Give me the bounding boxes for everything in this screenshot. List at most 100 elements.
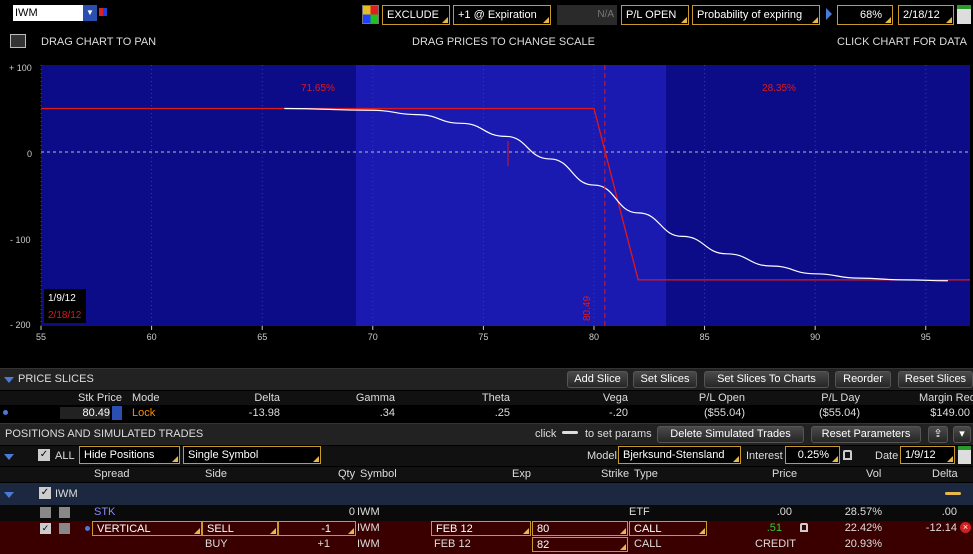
probability-dropdown[interactable]: Probability of expiring xyxy=(692,5,820,25)
add-slice-button[interactable]: Add Slice xyxy=(567,371,628,388)
slice-margin: $149.00 xyxy=(930,407,970,419)
symbol-input[interactable]: IWM xyxy=(13,5,83,21)
reset-parameters-button[interactable]: Reset Parameters xyxy=(811,426,921,443)
date-calendar-icon[interactable] xyxy=(958,446,971,464)
date-legend-today: 1/9/12 xyxy=(48,293,76,304)
y-tick: - 200 xyxy=(10,320,31,330)
x-tick-label: 55 xyxy=(36,332,47,342)
remove-row-icon[interactable]: × xyxy=(960,522,971,533)
row-vol: 20.93% xyxy=(844,538,882,550)
set-slices-to-charts-button[interactable]: Set Slices To Charts xyxy=(704,371,829,388)
group-checkbox[interactable]: ✓ xyxy=(39,487,51,499)
col-theta: Theta xyxy=(481,392,510,404)
row-type-dropdown[interactable]: CALL xyxy=(629,521,707,536)
all-checkbox[interactable]: ✓ xyxy=(38,449,50,461)
group-row[interactable] xyxy=(0,483,973,505)
row-symbol: IWM xyxy=(357,538,380,550)
row-delta: -12.14 xyxy=(925,522,957,534)
stk-price-spinner-icon[interactable] xyxy=(112,406,122,420)
pl-chart-svg[interactable]: 71.65% 28.35% 80.49 1/9/12 2/18/12 xyxy=(0,56,973,352)
share-icon[interactable]: ⇪ xyxy=(928,426,948,443)
row-qty: 0 xyxy=(348,506,355,518)
col-vol: Vol xyxy=(866,468,882,480)
reorder-button[interactable]: Reorder xyxy=(835,371,891,388)
col-pl-open: P/L Open xyxy=(698,392,745,404)
lock-icon[interactable] xyxy=(843,450,852,460)
exclude-dropdown[interactable]: EXCLUDE xyxy=(382,5,450,25)
row-delta: .00 xyxy=(941,506,957,518)
link-icon[interactable] xyxy=(99,8,107,16)
group-symbol: IWM xyxy=(55,488,78,500)
x-tick-label: 85 xyxy=(699,332,710,342)
expiration-dropdown[interactable]: +1 @ Expiration xyxy=(453,5,551,25)
x-tick-label: 75 xyxy=(478,332,489,342)
probability-band xyxy=(356,65,666,326)
x-tick-label: 60 xyxy=(146,332,157,342)
drag-prices-label: DRAG PRICES TO CHANGE SCALE xyxy=(412,36,595,48)
col-delta-pos: Delta xyxy=(932,468,958,480)
row-type: CALL xyxy=(634,538,662,550)
expand-all-icon[interactable] xyxy=(4,454,14,460)
row-strike-dropdown[interactable]: 80 xyxy=(532,521,628,536)
pl-mode-dropdown[interactable]: P/L OPEN xyxy=(621,5,689,25)
row-strike-dropdown[interactable]: 82 xyxy=(532,537,628,552)
na-field[interactable]: N/A xyxy=(557,5,617,25)
row-checkbox[interactable] xyxy=(59,523,70,534)
col-vega: Vega xyxy=(602,392,628,404)
table-row[interactable] xyxy=(0,505,973,521)
slice-gamma: .34 xyxy=(379,407,395,419)
collapse-slices-icon[interactable] xyxy=(4,377,14,383)
col-delta: Delta xyxy=(254,392,280,404)
probability-value[interactable]: 68% xyxy=(837,5,893,25)
col-side: Side xyxy=(205,468,228,480)
reset-slices-button[interactable]: Reset Slices xyxy=(898,371,973,388)
col-symbol: Symbol xyxy=(360,468,397,480)
chart-settings-icon[interactable] xyxy=(10,34,26,48)
row-checkbox[interactable] xyxy=(40,507,51,518)
date-label: Date xyxy=(875,450,899,462)
model-label: Model xyxy=(587,450,617,462)
row-price: CREDIT xyxy=(755,538,796,550)
x-tick-label: 70 xyxy=(367,332,378,342)
row-bullet-icon xyxy=(85,526,90,531)
delete-simulated-trades-button[interactable]: Delete Simulated Trades xyxy=(657,426,804,443)
row-exp: FEB 12 xyxy=(434,538,471,550)
slice-bullet-icon xyxy=(3,410,8,415)
analysis-chart[interactable]: 71.65% 28.35% 80.49 1/9/12 2/18/12 + 100… xyxy=(0,56,973,352)
set-slices-button[interactable]: Set Slices xyxy=(633,371,697,388)
col-price: Price xyxy=(772,468,798,480)
slice-stk-price[interactable]: 80.49 xyxy=(60,407,110,419)
calendar-icon[interactable] xyxy=(957,5,971,24)
color-grid-icon[interactable] xyxy=(362,5,379,24)
date-dropdown[interactable]: 1/9/12 xyxy=(900,446,955,464)
row-checkbox[interactable] xyxy=(59,507,70,518)
group-wrench-icon[interactable] xyxy=(945,492,961,495)
y-tick: - 100 xyxy=(10,235,31,245)
row-spread-dropdown[interactable]: VERTICAL xyxy=(92,521,202,536)
col-spread: Spread xyxy=(94,468,130,480)
group-expand-icon[interactable] xyxy=(4,492,14,498)
row-qty-field[interactable]: -1 xyxy=(278,521,356,536)
symbol-dropdown-icon[interactable]: ▼ xyxy=(83,5,97,21)
row-exp-dropdown[interactable]: FEB 12 xyxy=(431,521,531,536)
table-row[interactable] xyxy=(0,537,973,554)
row-price: .00 xyxy=(776,506,792,518)
expiry-date-dropdown[interactable]: 2/18/12 xyxy=(898,5,954,25)
row-side-dropdown[interactable]: SELL xyxy=(202,521,278,536)
interest-field[interactable]: 0.25% xyxy=(785,446,840,464)
slice-pl-day: ($55.04) xyxy=(819,407,860,419)
row-checkbox[interactable]: ✓ xyxy=(40,523,51,534)
model-dropdown[interactable]: Bjerksund-Stensland xyxy=(618,446,741,464)
row-symbol: IWM xyxy=(357,506,380,518)
x-tick-label: 90 xyxy=(810,332,821,342)
row-price[interactable]: .51 xyxy=(740,522,782,534)
slice-mode[interactable]: Lock xyxy=(132,407,155,419)
collapse-positions-icon[interactable]: ▾ xyxy=(953,426,971,443)
slice-pl-open: ($55.04) xyxy=(704,407,745,419)
hide-positions-dropdown[interactable]: Hide Positions xyxy=(79,446,180,464)
row-lock-icon[interactable] xyxy=(800,523,808,532)
col-exp: Exp xyxy=(512,468,531,480)
single-symbol-dropdown[interactable]: Single Symbol xyxy=(183,446,321,464)
play-icon[interactable] xyxy=(826,8,832,20)
row-side: BUY xyxy=(205,538,228,550)
